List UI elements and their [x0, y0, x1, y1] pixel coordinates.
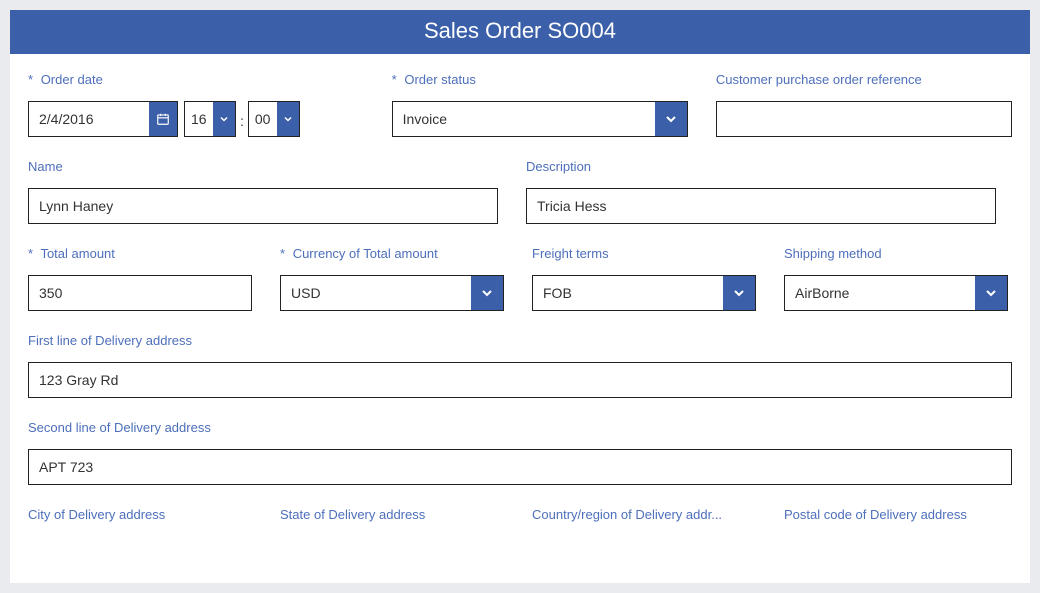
- delivery-state-label: State of Delivery address: [280, 507, 504, 522]
- currency-select[interactable]: USD: [280, 275, 504, 311]
- order-status-select[interactable]: Invoice: [392, 101, 688, 137]
- customer-po-ref-input[interactable]: [716, 101, 1012, 137]
- delivery-address-line1-label: First line of Delivery address: [28, 333, 1012, 348]
- freight-terms-field: Freight terms FOB: [532, 246, 756, 311]
- time-separator: :: [240, 113, 244, 137]
- chevron-down-icon[interactable]: [471, 276, 503, 310]
- total-amount-field: * Total amount 350: [28, 246, 252, 311]
- chevron-down-icon[interactable]: [213, 102, 235, 136]
- delivery-postal-field: Postal code of Delivery address: [784, 507, 1008, 522]
- delivery-address-line1-field: First line of Delivery address 123 Gray …: [28, 333, 1012, 398]
- chevron-down-icon[interactable]: [277, 102, 299, 136]
- delivery-country-field: Country/region of Delivery addr...: [532, 507, 756, 522]
- currency-field: * Currency of Total amount USD: [280, 246, 504, 311]
- delivery-address-line2-label: Second line of Delivery address: [28, 420, 1012, 435]
- shipping-method-field: Shipping method AirBorne: [784, 246, 1008, 311]
- delivery-city-label: City of Delivery address: [28, 507, 252, 522]
- form-header: Sales Order SO004: [10, 10, 1030, 54]
- minute-select[interactable]: 00: [248, 101, 300, 137]
- total-amount-input[interactable]: 350: [28, 275, 252, 311]
- delivery-postal-label: Postal code of Delivery address: [784, 507, 1008, 522]
- customer-po-ref-field: Customer purchase order reference: [716, 72, 1012, 137]
- delivery-address-line1-input[interactable]: 123 Gray Rd: [28, 362, 1012, 398]
- hour-select[interactable]: 16: [184, 101, 236, 137]
- order-status-field: * Order status Invoice: [392, 72, 688, 137]
- chevron-down-icon[interactable]: [975, 276, 1007, 310]
- delivery-address-line2-input[interactable]: APT 723: [28, 449, 1012, 485]
- chevron-down-icon[interactable]: [723, 276, 755, 310]
- chevron-down-icon[interactable]: [655, 102, 687, 136]
- delivery-city-field: City of Delivery address: [28, 507, 252, 522]
- order-date-label: * Order date: [28, 72, 364, 87]
- shipping-method-select[interactable]: AirBorne: [784, 275, 1008, 311]
- delivery-country-label: Country/region of Delivery addr...: [532, 507, 756, 522]
- name-label: Name: [28, 159, 498, 174]
- freight-terms-label: Freight terms: [532, 246, 756, 261]
- total-amount-label: * Total amount: [28, 246, 252, 261]
- calendar-icon[interactable]: [149, 102, 177, 136]
- shipping-method-label: Shipping method: [784, 246, 1008, 261]
- currency-label: * Currency of Total amount: [280, 246, 504, 261]
- order-status-label: * Order status: [392, 72, 688, 87]
- description-input[interactable]: Tricia Hess: [526, 188, 996, 224]
- customer-po-ref-label: Customer purchase order reference: [716, 72, 1012, 87]
- description-label: Description: [526, 159, 996, 174]
- description-field: Description Tricia Hess: [526, 159, 996, 224]
- delivery-state-field: State of Delivery address: [280, 507, 504, 522]
- delivery-address-line2-field: Second line of Delivery address APT 723: [28, 420, 1012, 485]
- form-title: Sales Order SO004: [424, 18, 616, 43]
- freight-terms-select[interactable]: FOB: [532, 275, 756, 311]
- order-date-input[interactable]: 2/4/2016: [28, 101, 178, 137]
- sales-order-form: Sales Order SO004 * Order date 2/4/2016: [10, 10, 1030, 583]
- form-body[interactable]: * Order date 2/4/2016 16: [10, 54, 1030, 581]
- name-input[interactable]: Lynn Haney: [28, 188, 498, 224]
- name-field: Name Lynn Haney: [28, 159, 498, 224]
- order-date-field: * Order date 2/4/2016 16: [28, 72, 364, 137]
